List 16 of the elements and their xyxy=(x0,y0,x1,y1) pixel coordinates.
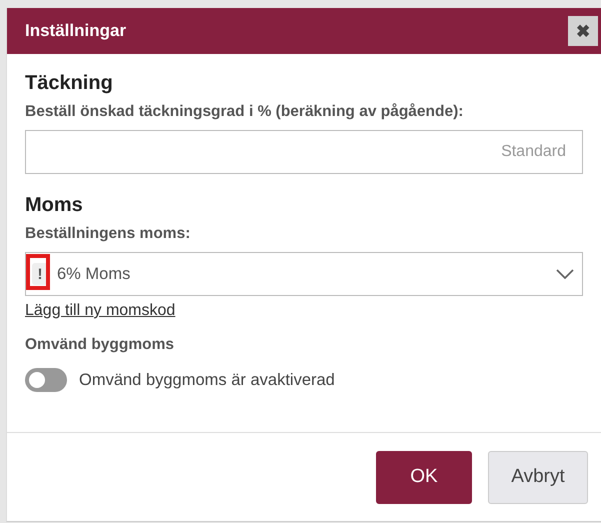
vat-select[interactable]: ! 6% Moms xyxy=(25,252,583,296)
section-heading: Moms xyxy=(25,194,84,217)
section-heading: Täckning xyxy=(25,72,114,95)
field-label: Omvänd byggmoms xyxy=(25,336,175,354)
input-field[interactable]: Standard xyxy=(25,130,583,174)
cancel-button[interactable]: Avbryt xyxy=(488,450,588,504)
field-label: Beställ önskad täckningsgrad i % (beräkning av pågående): xyxy=(25,103,464,121)
chevron-down-icon xyxy=(556,269,574,279)
ok-button[interactable]: OK xyxy=(376,450,472,504)
field-label: Beställningens moms: xyxy=(25,225,192,243)
toggle-switch[interactable] xyxy=(25,368,67,392)
toggle-label: Omvänd byggmoms är avaktiverad xyxy=(79,370,335,390)
add-vat-code-link[interactable]: Lägg till ny momskod xyxy=(25,302,176,320)
close-button[interactable]: ✖ xyxy=(568,16,598,46)
select-value: 6% Moms xyxy=(57,264,132,284)
dialog-title: Inställningar xyxy=(25,21,126,41)
